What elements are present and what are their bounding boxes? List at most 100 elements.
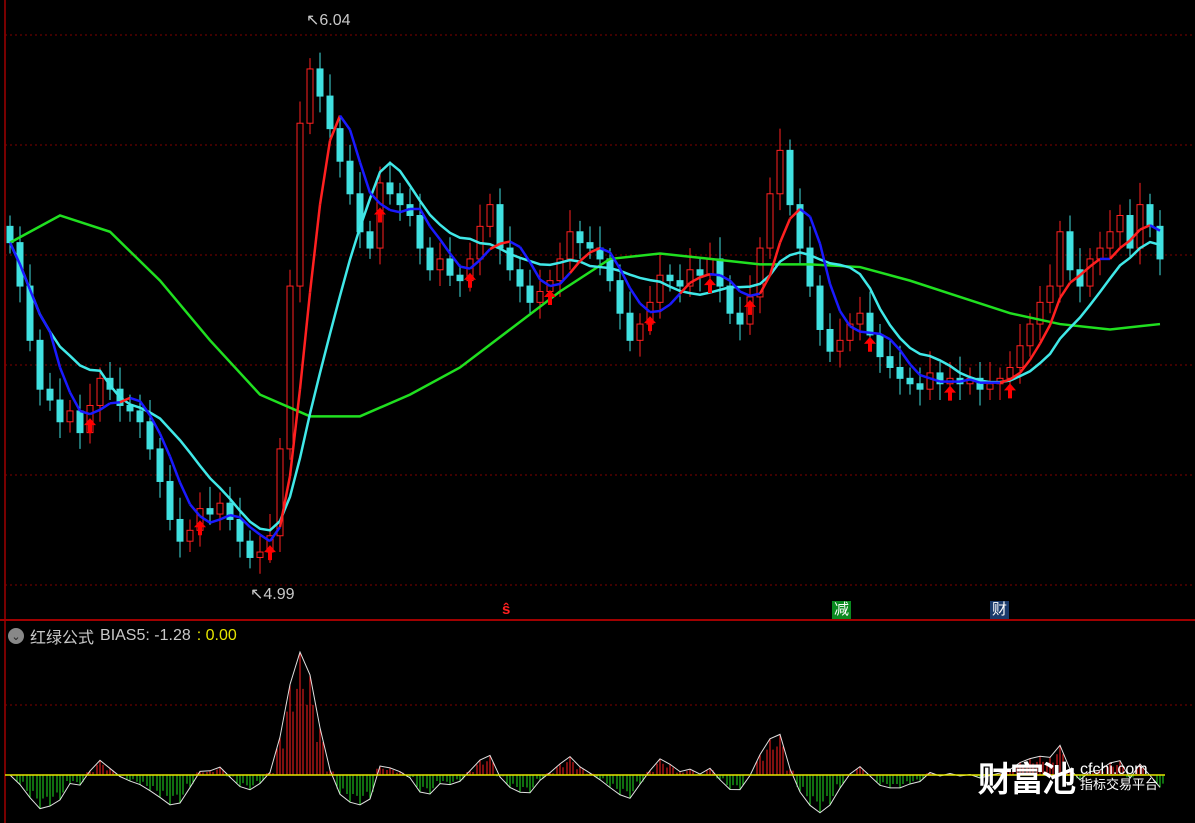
indicator-value: : 0.00	[196, 627, 237, 644]
ma5-segment	[898, 349, 912, 365]
candle-body	[916, 383, 924, 390]
candle-body	[346, 160, 354, 195]
watermark-logo: 财富池 cfchi.com 指标交易平台	[978, 752, 1158, 801]
ma5-segment	[438, 238, 452, 255]
watermark-domain: cfchi.com	[1080, 760, 1148, 778]
candle-body	[636, 323, 644, 341]
candle-body	[56, 399, 64, 423]
indicator-header: ⌄ 红绿公式 BIAS5: -1.28 : 0.00	[8, 624, 237, 648]
ma5-segment	[209, 518, 221, 524]
candle-body	[156, 448, 164, 482]
candle-body	[446, 258, 454, 276]
candle-body	[566, 231, 574, 260]
low-price-label: ↖4.99	[250, 586, 295, 603]
candle-body	[146, 421, 154, 450]
candle-body	[286, 285, 294, 450]
candle-body	[66, 410, 74, 423]
candle-body	[1116, 214, 1124, 233]
ma5-segment	[178, 482, 192, 505]
ma5-segment	[38, 313, 52, 333]
ma5-segment	[298, 292, 312, 390]
candle-body	[676, 280, 684, 287]
candle-body	[46, 388, 54, 401]
candle-body	[426, 247, 434, 271]
ma5-segment	[569, 260, 581, 274]
ma5-segment	[348, 129, 362, 163]
candle-body	[336, 128, 344, 162]
buy-arrow-icon	[944, 385, 956, 401]
candle-body	[1066, 231, 1074, 271]
candle-body	[236, 518, 244, 542]
candle-body	[256, 551, 264, 558]
ma5-segment	[889, 338, 901, 351]
candle-body	[1056, 231, 1064, 287]
indicator-name: 红绿公式	[30, 630, 95, 647]
candle-body	[986, 383, 994, 390]
candle-body	[836, 339, 844, 352]
candle-body	[666, 274, 674, 282]
candle-body	[776, 149, 784, 195]
ma5-segment	[649, 309, 661, 314]
candle-body	[326, 95, 334, 130]
candle-body	[876, 334, 884, 358]
ma5-segment	[58, 367, 72, 393]
candle-body	[656, 274, 664, 303]
candle-body	[736, 312, 744, 325]
candle-body	[186, 529, 194, 542]
marker-wealth[interactable]: 财	[990, 601, 1010, 619]
candle-body	[1016, 345, 1024, 368]
candle-body	[626, 312, 634, 341]
candle-body	[1026, 323, 1034, 347]
ma5-segment	[1109, 247, 1121, 260]
candle-body	[76, 410, 84, 434]
ma5-segment	[579, 251, 591, 263]
marker-s[interactable]: ŝ	[500, 601, 512, 619]
ma5-segment	[68, 391, 82, 412]
watermark-brand: 财富池	[978, 761, 1076, 799]
buy-arrow-icon	[374, 207, 386, 223]
candle-body	[766, 193, 774, 249]
candle-body	[716, 258, 724, 287]
candle-body	[396, 193, 404, 206]
bias-label: BIAS5: -1.28	[100, 627, 191, 644]
buy-arrow-icon	[744, 299, 756, 315]
candle-body	[536, 290, 544, 303]
candle-body	[706, 258, 714, 276]
candle-body	[36, 339, 44, 390]
candle-body	[96, 377, 104, 406]
candle-body	[726, 285, 734, 314]
watermark-slogan: 指标交易平台	[1080, 776, 1159, 792]
ma5-segment	[429, 225, 441, 241]
ma5-segment	[709, 272, 721, 277]
price-chart	[0, 0, 1195, 823]
chevron-down-icon[interactable]: ⌄	[8, 628, 24, 644]
candle-body	[906, 377, 914, 385]
candle-body	[506, 247, 514, 271]
ma5-segment	[1038, 324, 1052, 345]
ma5-segment	[808, 216, 822, 245]
candle-body	[576, 231, 584, 244]
ma5-segment	[509, 240, 521, 249]
candle-body	[216, 502, 224, 515]
candle-body	[616, 280, 624, 314]
marker-reduce[interactable]: 减	[832, 601, 852, 619]
candle-body	[366, 231, 374, 249]
ma5-segment	[168, 456, 182, 484]
candle-body	[526, 285, 534, 303]
candle-body	[136, 410, 144, 423]
high-price-label: ↖6.04	[306, 12, 351, 29]
candle-body	[206, 508, 214, 515]
candle-body	[926, 372, 934, 390]
ma5-segment	[389, 208, 401, 214]
buy-arrow-icon	[464, 272, 476, 288]
ma5-segment	[859, 330, 871, 334]
candle-body	[856, 312, 864, 325]
candle-body	[1136, 204, 1144, 249]
candle-body	[306, 68, 314, 124]
candle-body	[1086, 258, 1094, 287]
ma5-segment	[909, 363, 921, 376]
candle-body	[456, 274, 464, 282]
buy-arrow-icon	[864, 336, 876, 352]
candle-body	[416, 214, 424, 249]
candle-body	[166, 480, 174, 520]
